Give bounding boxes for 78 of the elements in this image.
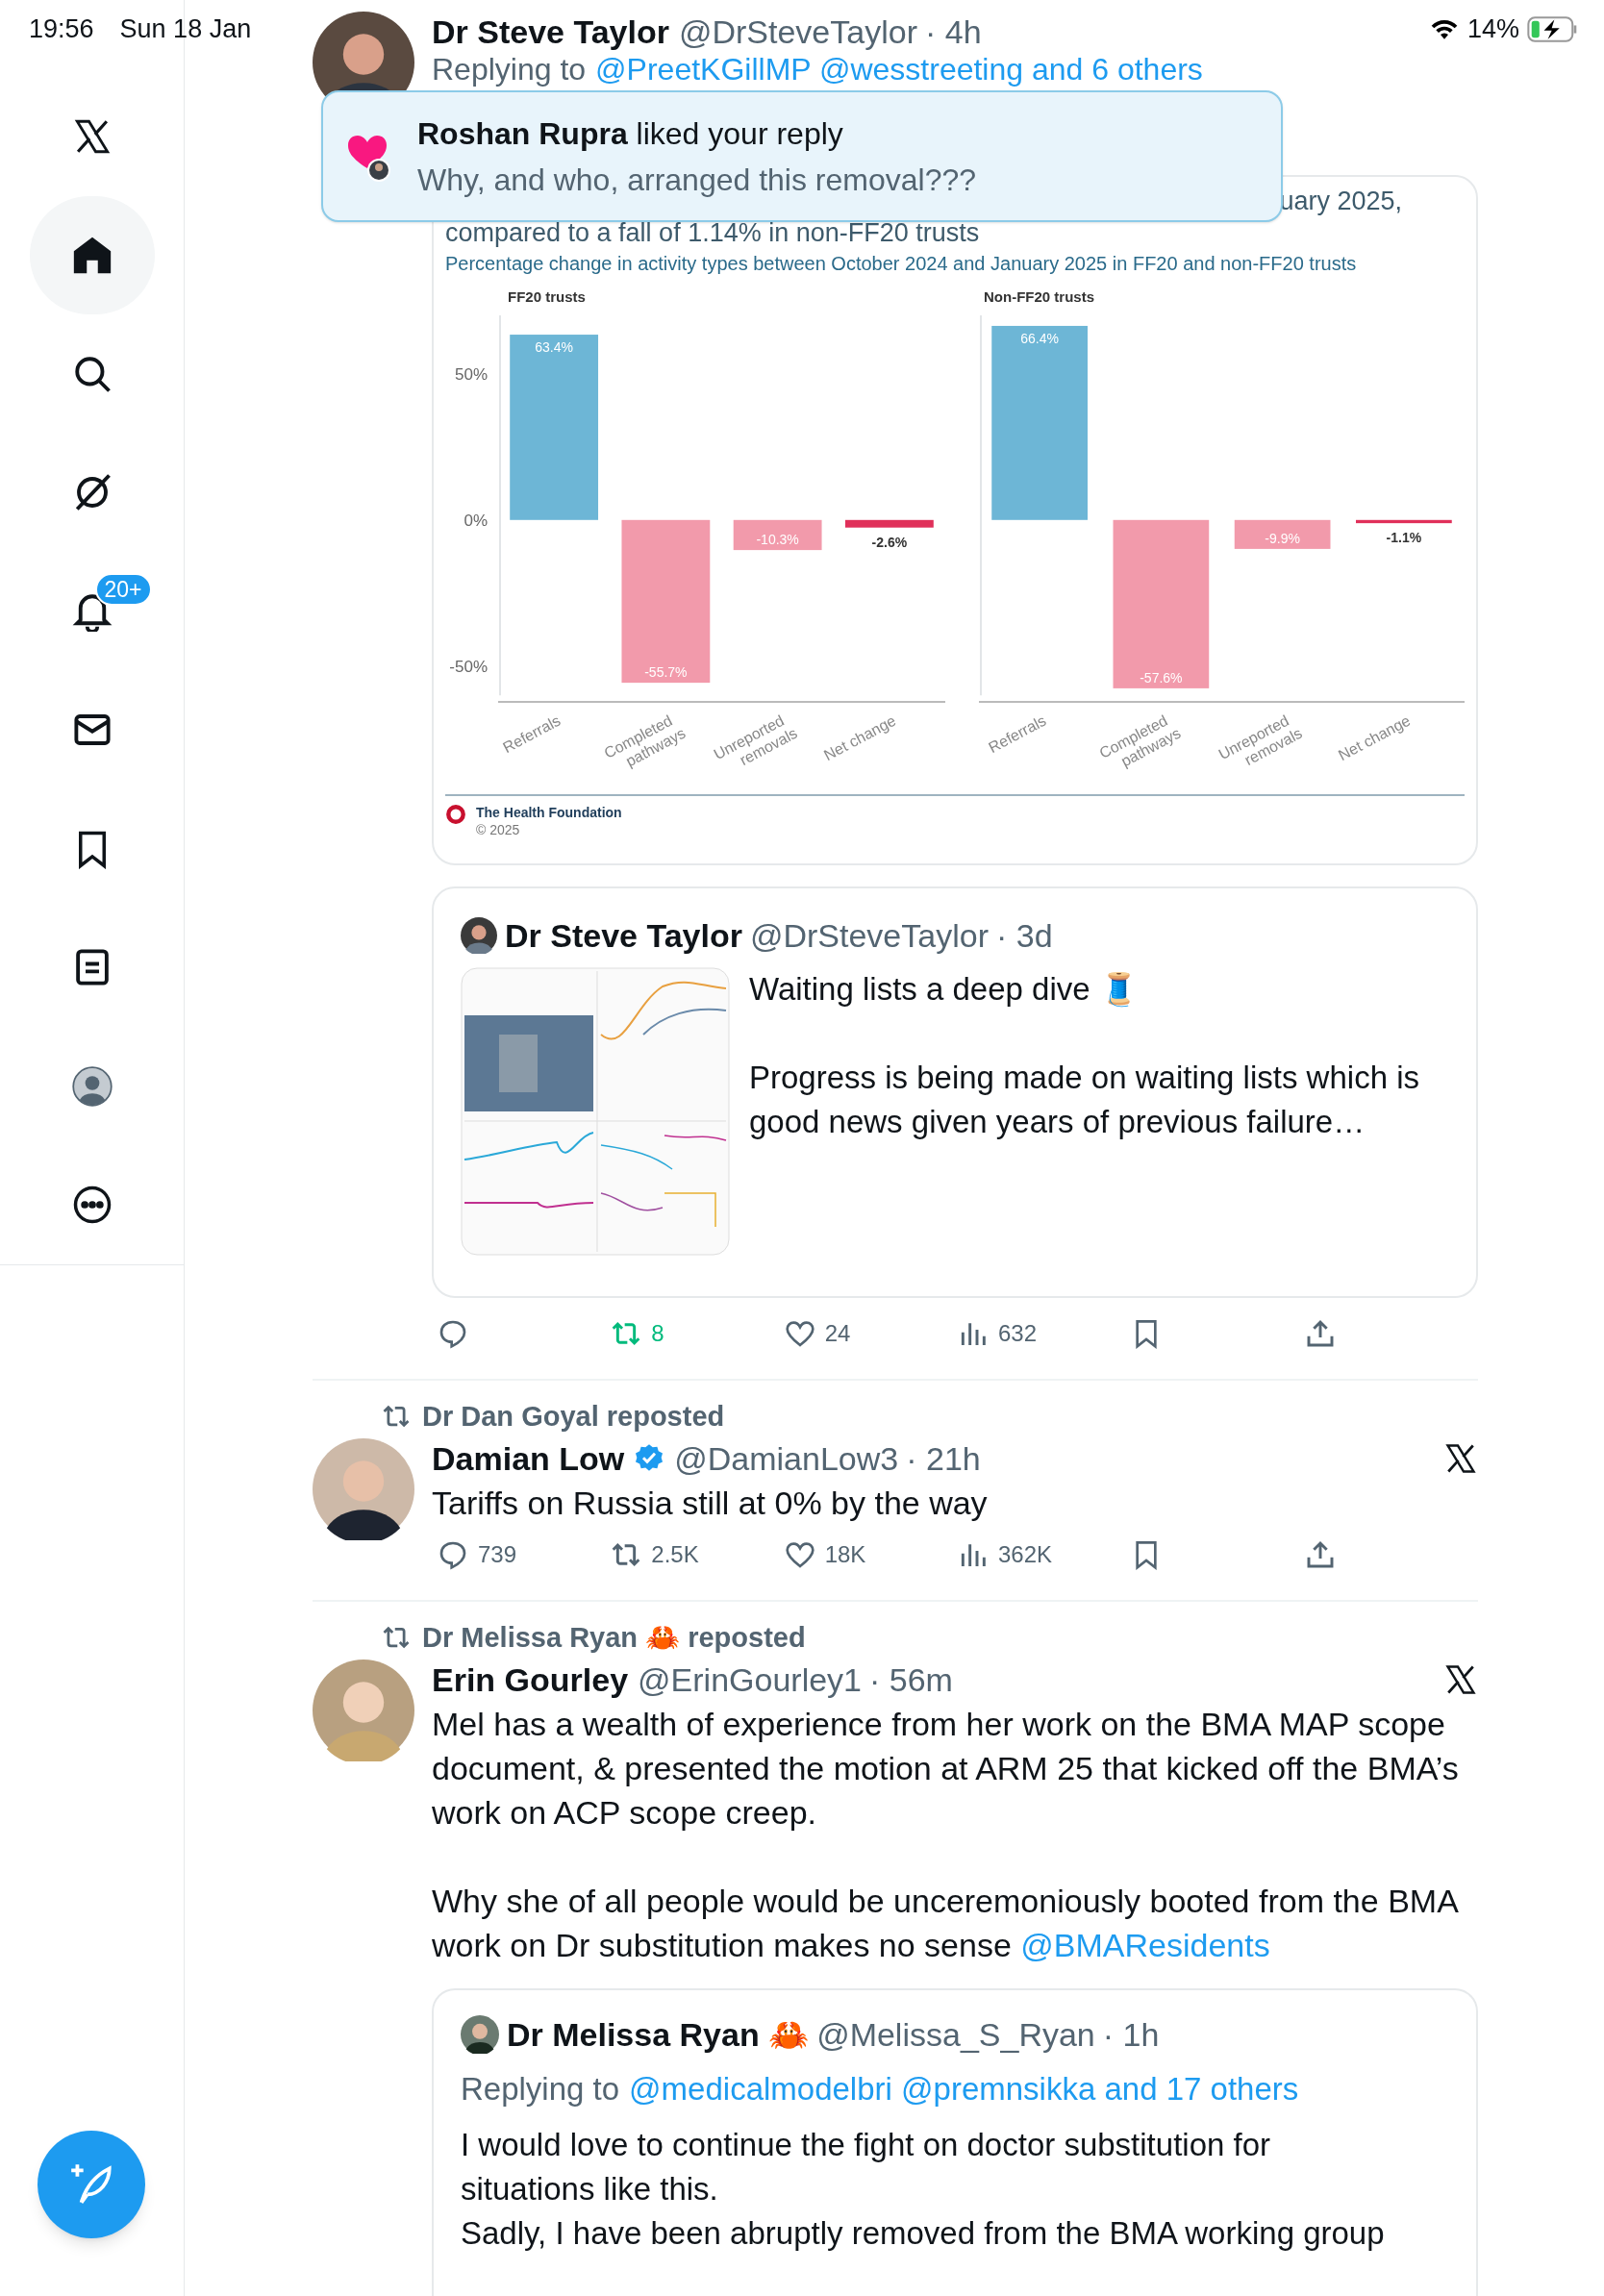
battery-percent: 14% [1466, 13, 1519, 44]
x-logo-icon [1443, 1441, 1478, 1476]
action-count: 8 [651, 1319, 664, 1348]
status-time: 19:56 [29, 13, 94, 44]
action-count: 739 [478, 1540, 517, 1569]
bar-value-label: 63.4% [535, 339, 573, 356]
bar-value-label: -57.6% [1140, 669, 1183, 686]
notification-text: Roshan Rupra liked your reply [417, 114, 844, 153]
action-count: 632 [998, 1319, 1038, 1348]
replying-to-label: Replying to [432, 52, 587, 87]
action-count: 24 [824, 1319, 851, 1348]
quoted-post-text: I would love to continue the fight on doctor substitution for situations like this. [461, 2126, 1271, 2209]
more-icon [71, 1185, 113, 1226]
author-name: Damian Low [432, 1439, 625, 1479]
like-button[interactable]: 18K [784, 1537, 958, 1572]
replying-to-label: Replying to [461, 2070, 620, 2109]
post-text: Why she of all people would be unceremoniously booted from the BMA work on Dr substitution makes no sense @BMAResidents [432, 1882, 1459, 1965]
like-icon [784, 1539, 815, 1570]
chart-subtitle: Percentage change in activity types between October 2024 and January 2025 in FF20 and non-FF20 trusts [445, 252, 1358, 276]
action-count: 362K [998, 1540, 1053, 1569]
bar-value-label: -1.1% [1386, 530, 1422, 546]
quoted-post-text: Progress is being made on waiting lists which is good news given years of previous failure… [749, 1059, 1420, 1141]
views-button[interactable]: 632 [958, 1316, 1132, 1351]
author-name: Dr Melissa Ryan 🦀 [507, 2015, 810, 2055]
avatar-icon[interactable] [461, 917, 497, 954]
reply-icon [438, 1318, 468, 1349]
bar-value-label: 66.4% [1020, 330, 1059, 346]
x-logo-icon [1443, 1662, 1478, 1697]
bar-value-label: -2.6% [871, 534, 908, 550]
notification-count-badge: 20+ [94, 573, 152, 606]
repost-button[interactable]: 2.5K [611, 1537, 785, 1572]
like-button[interactable]: 24 [784, 1316, 958, 1351]
bar-value-label: -55.7% [644, 664, 688, 681]
battery-charging-icon [1527, 15, 1579, 42]
post-text: Mel has a wealth of experience from her work on the BMA MAP scope document, & presented the motion at ARM 25 that kicked off the BMA’s work on ACP scope creep. [432, 1705, 1460, 1833]
post-time: · 3d [995, 916, 1053, 956]
profile-avatar-icon [71, 1065, 113, 1107]
quoted-post-card[interactable] [432, 1988, 1478, 2296]
author-name: Dr Steve Taylor [505, 916, 742, 956]
action-count: 18K [824, 1540, 866, 1569]
author-handle: @ErinGourley1 [638, 1660, 862, 1700]
y-tick-label: 0% [464, 511, 488, 530]
source-name: The Health Foundation [476, 804, 622, 821]
thumbnail-collage-drawing[interactable] [461, 967, 730, 1256]
quoted-post-text: Sadly, I have been abruptly removed from the BMA working group [461, 2214, 1386, 2253]
author-handle: @DamianLow3 [674, 1439, 899, 1479]
reply-icon [438, 1539, 468, 1570]
post-text: Tariffs on Russia still at 0% by the way [432, 1484, 989, 1523]
like-icon [784, 1318, 815, 1349]
chart-title: Non-FF20 trusts [984, 288, 1094, 305]
author-name: Erin Gourley [432, 1660, 629, 1700]
author-handle: @Melissa_S_Ryan [816, 2015, 1095, 2055]
quoted-post-text: Waiting lists a deep dive 🧵 [749, 970, 1140, 1010]
post-time: · 56m [869, 1660, 953, 1700]
avatar-icon[interactable] [313, 1438, 414, 1540]
copyright-text: © 2025 [476, 821, 521, 838]
status-date: Sun 18 Jan [119, 13, 252, 44]
author-handle: @DrSteveTaylor [749, 916, 989, 956]
bar-value-label: -9.9% [1265, 530, 1300, 546]
chart-title: FF20 trusts [508, 288, 586, 305]
author-handle: @DrSteveTaylor [678, 12, 917, 52]
like-notification-toast[interactable]: Roshan Rupra liked your reply Why, and who, arranged this removal??? [321, 90, 1283, 222]
y-tick-label: 50% [454, 364, 488, 384]
reply-button[interactable]: 739 [438, 1537, 612, 1572]
y-tick-label: -50% [449, 657, 488, 676]
action-count: 2.5K [651, 1540, 699, 1569]
foundation-logo-icon [445, 804, 466, 825]
notification-detail: Why, and who, arranged this removal??? [417, 161, 977, 199]
reposted-by-label: Dr Melissa Ryan 🦀 reposted [422, 1621, 806, 1655]
quoted-post-card[interactable]: Dr Steve Taylor @DrSteveTaylor · 3d Waiting lists a deep dive 🧵 Progress is being made on waiting lists which is good news given years of previous failure… [432, 886, 1478, 1298]
reposted-by-label: Dr Dan Goyal reposted [422, 1400, 725, 1434]
author-name: Dr Steve Taylor [432, 12, 669, 52]
post-time: · 1h [1102, 2015, 1160, 2055]
bar-value-label: -10.3% [756, 532, 799, 548]
post-time: · 21h [906, 1439, 981, 1479]
views-button[interactable]: 362K [958, 1537, 1132, 1572]
post-time: · 4h [924, 12, 982, 52]
avatar-icon[interactable] [461, 2015, 499, 2054]
